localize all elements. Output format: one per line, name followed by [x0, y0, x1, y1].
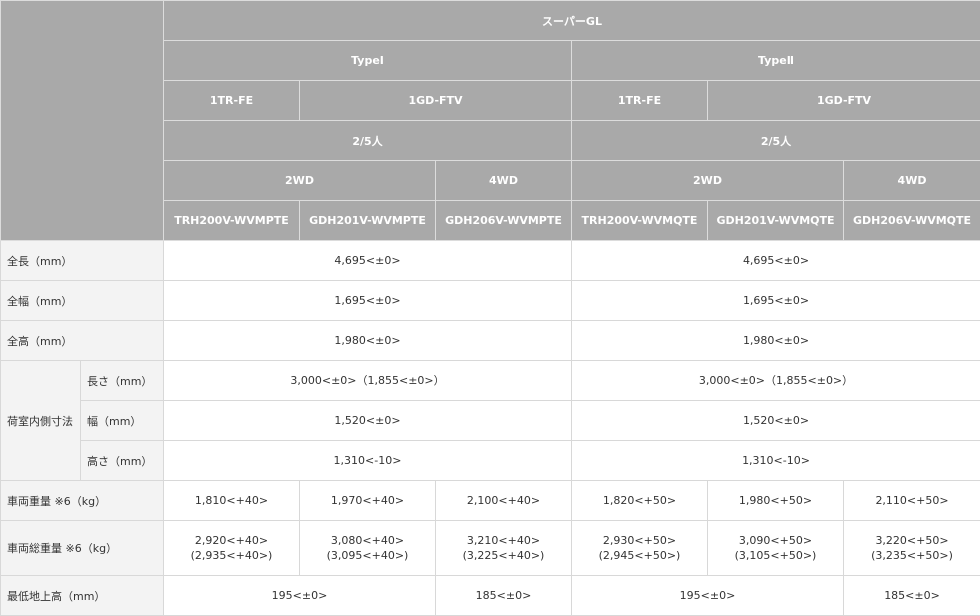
value-cell: 195<±0> — [571, 575, 844, 616]
value-line: 2,920<+40> — [194, 534, 269, 547]
value-cell: 1,520<±0> — [163, 400, 572, 441]
row-label: 全高（mm） — [0, 320, 164, 361]
capacity-header: 2/5人 — [163, 120, 572, 161]
model-header: GDH206V-WVMQTE — [842, 200, 980, 241]
value-cell: 1,820<+50> — [571, 480, 708, 521]
row-label: 幅（mm） — [80, 400, 164, 441]
header-corner — [0, 0, 164, 241]
value-cell: 1,695<±0> — [570, 280, 980, 321]
value-cell: 1,310<-10> — [570, 440, 980, 481]
type2-header: TypeⅡ — [570, 40, 980, 81]
value-cell: 195<±0> — [163, 575, 436, 616]
value-cell: 4,695<±0> — [570, 240, 980, 281]
value-cell: 2,110<+50> — [842, 480, 980, 521]
value-line: (3,235<+50>) — [871, 549, 953, 562]
type1-header: TypeⅠ — [163, 40, 572, 81]
row-cargo-height: 高さ（mm） 1,310<-10> 1,310<-10> — [1, 440, 980, 481]
value-line: (3,225<+40>) — [462, 549, 545, 562]
value-cell: 185<±0> — [842, 575, 980, 616]
model-header: GDH201V-WVMQTE — [707, 200, 844, 241]
value-cell: 2,100<+40> — [435, 480, 572, 521]
value-cell: 1,695<±0> — [163, 280, 572, 321]
engine-header: 1GD-FTV — [706, 80, 980, 121]
value-cell: 1,970<+40> — [299, 480, 436, 521]
drive-header: 2WD — [163, 160, 436, 201]
value-cell: 3,220<+50> (3,235<+50>) — [842, 520, 980, 576]
header-row-grade: スーパーGL — [0, 0, 980, 241]
model-header: TRH200V-WVMPTE — [163, 200, 300, 241]
value-cell: 3,210<+40> (3,225<+40>) — [435, 520, 572, 576]
drive-header: 4WD — [842, 160, 980, 201]
value-cell: 1,810<+40> — [163, 480, 300, 521]
value-cell: 3,080<+40> (3,095<+40>) — [299, 520, 436, 576]
value-cell: 1,980<+50> — [707, 480, 844, 521]
value-cell: 1,520<±0> — [570, 400, 980, 441]
engine-header: 1TR-FE — [571, 80, 708, 121]
row-gross-weight: 車両総重量 ※6（kg） 2,920<+40> (2,935<+40>) 3,0… — [0, 520, 980, 576]
row-width: 全幅（mm） 1,695<±0> 1,695<±0> — [0, 280, 980, 321]
capacity-header: 2/5人 — [570, 120, 980, 161]
value-line: 3,210<+40> — [466, 534, 541, 547]
value-cell: 1,980<±0> — [163, 320, 572, 361]
row-cargo-width: 幅（mm） 1,520<±0> 1,520<±0> — [1, 400, 980, 441]
row-height: 全高（mm） 1,980<±0> 1,980<±0> — [0, 320, 980, 361]
drive-header: 4WD — [435, 160, 572, 201]
row-label: 長さ（mm） — [80, 360, 164, 401]
value-line: (3,105<+50>) — [734, 549, 817, 562]
value-cell: 185<±0> — [435, 575, 572, 616]
spec-table: スーパーGL TypeⅠ TypeⅡ 1TR-FE 1GD-FTV 1TR-FE… — [0, 0, 980, 616]
value-cell: 3,090<+50> (3,105<+50>) — [707, 520, 844, 576]
row-label: 高さ（mm） — [80, 440, 164, 481]
model-header: TRH200V-WVMQTE — [571, 200, 708, 241]
value-line: (3,095<+40>) — [326, 549, 409, 562]
model-header: GDH201V-WVMPTE — [299, 200, 436, 241]
grade-header: スーパーGL — [162, 0, 980, 41]
value-line: (2,935<+40>) — [190, 549, 273, 562]
value-cell: 1,980<±0> — [570, 320, 980, 361]
row-cargo-length: 荷室内側寸法 長さ（mm） 3,000<±0>（1,855<±0>） 3,000… — [0, 360, 980, 481]
row-length: 全長（mm） 4,695<±0> 4,695<±0> — [0, 240, 980, 281]
row-weight: 車両重量 ※6（kg） 1,810<+40> 1,970<+40> 2,100<… — [0, 480, 980, 521]
value-cell: 2,930<+50> (2,945<+50>) — [571, 520, 708, 576]
row-label: 車両重量 ※6（kg） — [0, 480, 164, 521]
model-header: GDH206V-WVMPTE — [435, 200, 572, 241]
drive-header: 2WD — [571, 160, 844, 201]
row-label: 全長（mm） — [0, 240, 164, 281]
value-line: (2,945<+50>) — [598, 549, 681, 562]
row-label: 最低地上高（mm） — [0, 575, 164, 616]
row-ground-clearance: 最低地上高（mm） 195<±0> 185<±0> 195<±0> 185<±0… — [0, 575, 980, 616]
engine-header: 1GD-FTV — [299, 80, 572, 121]
cargo-group-label: 荷室内側寸法 — [0, 360, 81, 481]
value-line: 3,220<+50> — [875, 534, 949, 547]
value-cell: 3,000<±0>（1,855<±0>） — [163, 360, 572, 401]
value-cell: 4,695<±0> — [163, 240, 572, 281]
row-label: 車両総重量 ※6（kg） — [0, 520, 164, 576]
value-cell: 1,310<-10> — [163, 440, 572, 481]
engine-header: 1TR-FE — [163, 80, 300, 121]
value-cell: 2,920<+40> (2,935<+40>) — [163, 520, 300, 576]
row-label: 全幅（mm） — [0, 280, 164, 321]
value-cell: 3,000<±0>（1,855<±0>） — [570, 360, 980, 401]
value-line: 3,080<+40> — [330, 534, 405, 547]
value-line: 3,090<+50> — [738, 534, 813, 547]
value-line: 2,930<+50> — [602, 534, 677, 547]
